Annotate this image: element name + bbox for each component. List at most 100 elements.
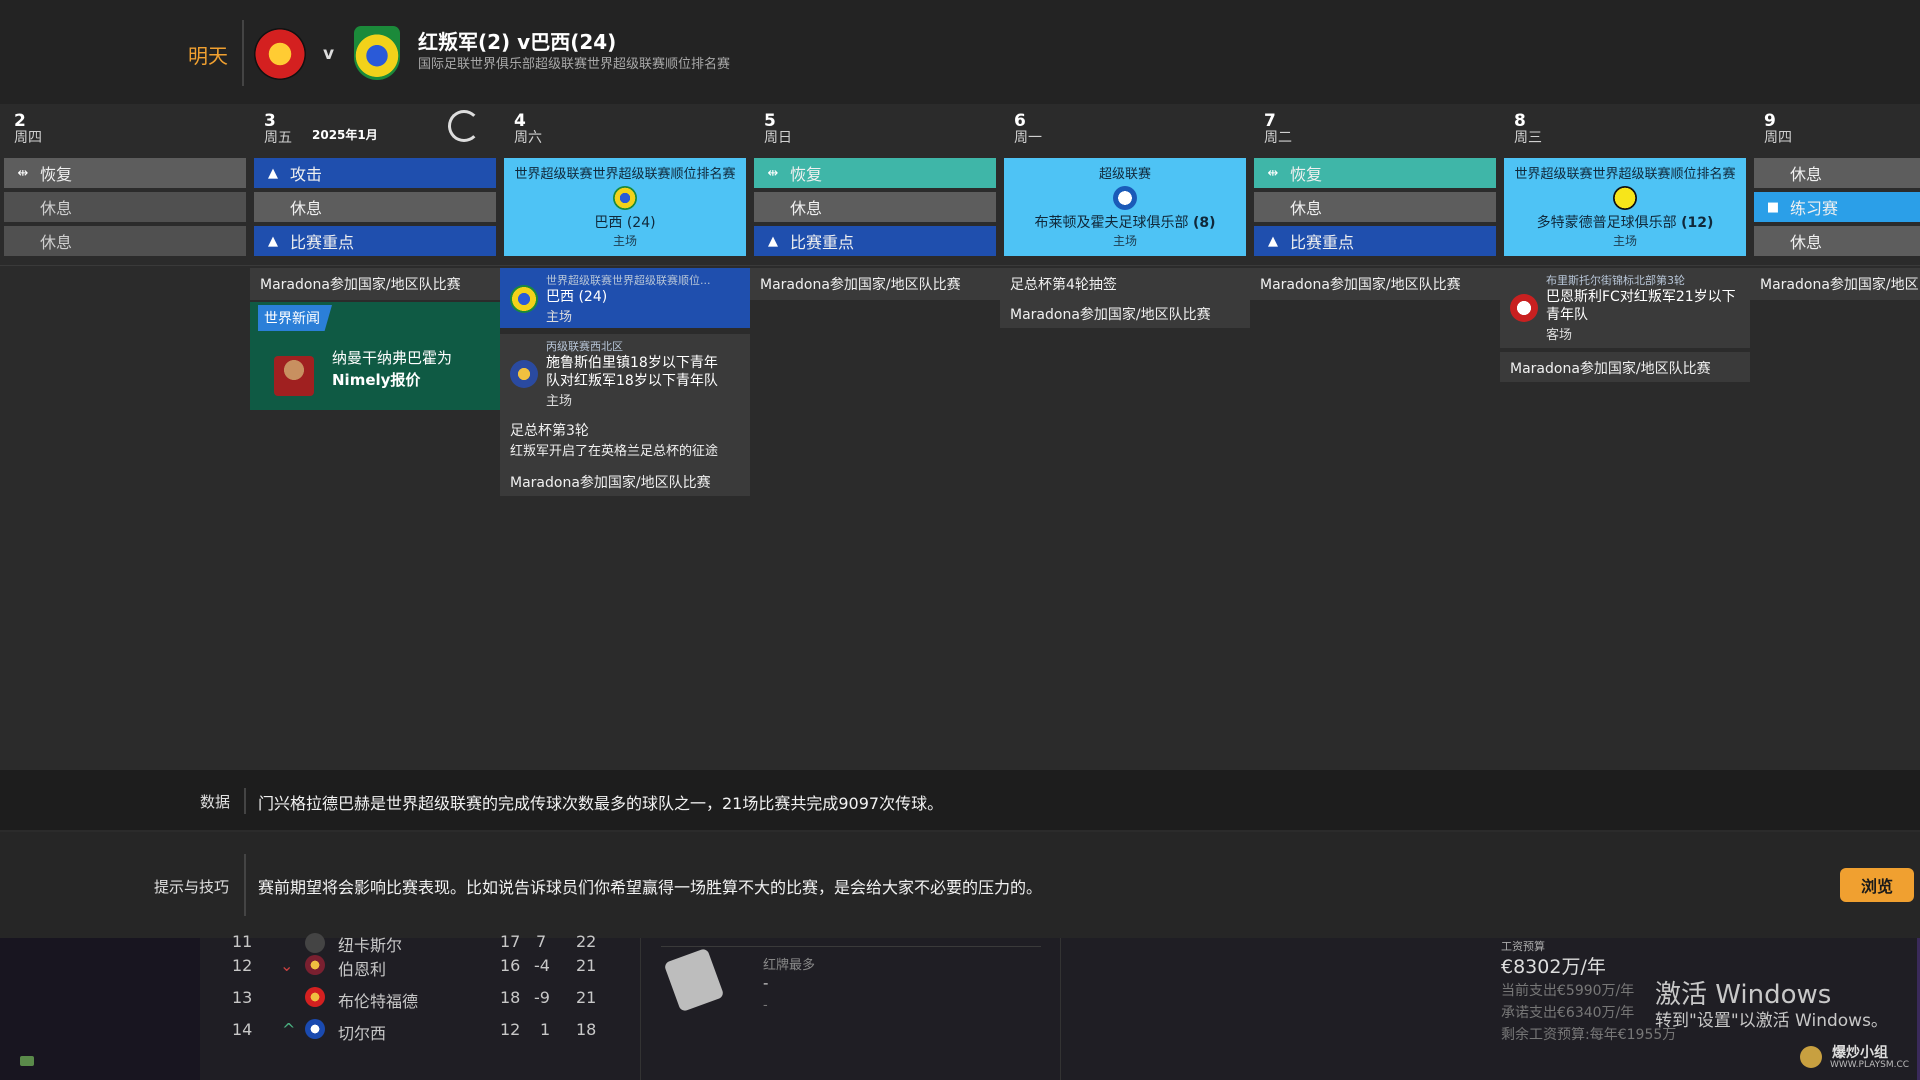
dortmund-crest-icon <box>1613 186 1637 210</box>
youth-fixture-event[interactable]: 丙级联赛西北区 施鲁斯伯里镇18岁以下青年 队对红叛军18岁以下青年队 主场 <box>500 334 750 414</box>
widget-divider <box>661 946 1041 947</box>
opponent-rank: (8) <box>1192 215 1216 231</box>
match-venue: 主场 <box>612 234 637 248</box>
brazil-crest-icon <box>613 186 637 210</box>
card-icon <box>663 947 725 1013</box>
event-note[interactable]: Maradona参加国家/地区队比 <box>1750 268 1920 300</box>
event-line-1: 巴恩斯利FC对红叛军21岁以下 <box>1546 289 1736 305</box>
day-number: 9 <box>1764 111 1776 131</box>
event-note[interactable]: Maradona参加国家/地区队比赛 <box>1250 268 1500 300</box>
sidebar-toggle-icon[interactable] <box>20 1056 34 1066</box>
day-weekday: 周四 <box>1764 130 1792 146</box>
match-card[interactable]: 超级联赛 布莱顿及霍夫足球俱乐部 (8) 主场 <box>1004 158 1246 256</box>
reserve-fixture-event[interactable]: 布里斯托尔街锦标北部第3轮 巴恩斯利FC对红叛军21岁以下 青年队 客场 <box>1500 268 1750 348</box>
event-venue: 主场 <box>546 310 573 325</box>
home-crest-icon[interactable] <box>254 28 306 80</box>
training-slot-evening[interactable]: ▲ 比赛重点 <box>1254 226 1496 256</box>
player-photo <box>274 356 314 396</box>
recovery-icon: ⇹ <box>1267 165 1279 181</box>
goal-diff: 1 <box>540 1020 551 1039</box>
fixture-event[interactable]: 世界超级联赛世界超级联赛顺位... 巴西 (24) 主场 <box>500 268 750 328</box>
day-column-3: 3 周五 ▲ 攻击 休息 ▲ 比赛重点 Maradona参加国家/地区队比赛 世界新… <box>250 104 500 770</box>
table-row[interactable]: 14 ^ 切尔西 12 1 18 <box>200 1014 640 1044</box>
event-note[interactable]: 足总杯第4轮抽签 <box>1000 268 1250 298</box>
match-card[interactable]: 世界超级联赛世界超级联赛顺位排名赛 多特蒙德普足球俱乐部 (12) 主场 <box>1504 158 1746 256</box>
slot-label: 休息 <box>1790 233 1823 252</box>
training-slot-evening[interactable]: 休息 <box>4 226 246 256</box>
slot-label: 比赛重点 <box>1290 233 1355 252</box>
header-divider <box>242 20 244 86</box>
event-note[interactable]: Maradona参加国家/地区队比赛 <box>250 268 500 300</box>
training-slot-afternoon[interactable]: 休息 <box>254 192 496 222</box>
browse-button[interactable]: 浏览 <box>1840 868 1914 902</box>
training-slot-evening[interactable]: ▲ 比赛重点 <box>254 226 496 256</box>
cup-event[interactable]: 足总杯第3轮 红叛军开启了在英格兰足总杯的征途 <box>500 414 750 466</box>
day-header: 7 周二 <box>1264 112 1292 147</box>
day-number: 5 <box>764 111 776 131</box>
table-position: 12 <box>232 956 253 975</box>
match-venue: 主场 <box>1612 234 1637 248</box>
panel-divider <box>244 788 246 814</box>
match-competition: 超级联赛 <box>1098 167 1151 182</box>
points: 18 <box>576 1020 597 1039</box>
slot-label: 恢复 <box>40 165 73 184</box>
slot-label: 攻击 <box>290 165 323 184</box>
committed-wage-spend: 承诺支出€6340万/年 <box>1501 1005 1635 1021</box>
training-slot-morning[interactable]: ▲ 攻击 <box>254 158 496 188</box>
match-competition: 世界超级联赛世界超级联赛顺位排名赛 <box>1514 167 1736 182</box>
training-slot-morning[interactable]: ⇹ 恢复 <box>4 158 246 188</box>
training-slot-morning[interactable]: ⇹ 恢复 <box>1254 158 1496 188</box>
windows-activation-hint: 转到"设置"以激活 Windows。 <box>1655 1011 1888 1031</box>
training-slot-afternoon[interactable]: 休息 <box>4 192 246 222</box>
cup-title: 足总杯第3轮 <box>510 423 589 439</box>
slot-label: 恢复 <box>1290 165 1323 184</box>
event-note[interactable]: Maradona参加国家/地区队比赛 <box>1000 298 1250 328</box>
panel-divider <box>244 854 246 916</box>
watermark-text: 爆炒小组 <box>1832 1045 1888 1061</box>
table-position: 11 <box>232 932 253 951</box>
match-card[interactable]: 世界超级联赛世界超级联赛顺位排名赛 巴西 (24) 主场 <box>504 158 746 256</box>
friendly-match-icon: ■ <box>1766 199 1780 215</box>
event-venue: 主场 <box>546 394 573 409</box>
opponent-name: 多特蒙德普足球俱乐部 <box>1536 215 1677 231</box>
goal-diff: -4 <box>534 956 550 975</box>
training-slot-morning[interactable]: ⇹ 恢复 <box>754 158 996 188</box>
club-name: 伯恩利 <box>338 960 387 979</box>
training-slot-morning[interactable]: 休息 <box>1754 158 1920 188</box>
news-line-1: 纳曼干纳弗巴霍为 <box>332 349 453 367</box>
match-competition[interactable]: 国际足联世界俱乐部超级联赛世界超级联赛顺位排名赛 <box>418 53 730 72</box>
brighton-crest-icon <box>1113 186 1137 210</box>
training-slot-afternoon[interactable]: 休息 <box>754 192 996 222</box>
event-competition: 布里斯托尔街锦标北部第3轮 <box>1546 274 1685 287</box>
training-slot-afternoon[interactable]: 休息 <box>1254 192 1496 222</box>
slot-label: 恢复 <box>790 165 823 184</box>
training-slot-evening[interactable]: ▲ 比赛重点 <box>754 226 996 256</box>
shrewsbury-crest-icon <box>510 359 538 388</box>
tips-label: 提示与技巧 <box>154 878 230 896</box>
world-news-card[interactable]: 世界新闻 纳曼干纳弗巴霍为 Nimely报价 <box>250 302 500 410</box>
event-note[interactable]: Maradona参加国家/地区队比赛 <box>1500 352 1750 382</box>
slot-label: 比赛重点 <box>290 233 355 252</box>
table-row[interactable]: 12 ⌄ 伯恩利 16 -4 21 <box>200 950 640 980</box>
day-header: 9 周四 <box>1764 112 1792 147</box>
slot-label: 比赛重点 <box>790 233 855 252</box>
day-weekday: 周四 <box>14 130 42 146</box>
wage-budget-value: €8302万/年 <box>1501 956 1606 978</box>
event-note[interactable]: Maradona参加国家/地区队比赛 <box>500 466 750 496</box>
event-competition: 丙级联赛西北区 <box>546 340 623 353</box>
recovery-icon: ⇹ <box>17 165 29 181</box>
training-slot-evening[interactable]: 休息 <box>1754 226 1920 256</box>
training-slot-afternoon[interactable]: ■ 练习赛 <box>1754 192 1920 222</box>
background-screen: 11 纽卡斯尔 17 7 22 12 ⌄ 伯恩利 16 -4 21 13 布伦特… <box>0 932 1920 1080</box>
day-weekday: 周六 <box>514 130 542 146</box>
away-crest-icon[interactable] <box>354 26 400 80</box>
event-note[interactable]: Maradona参加国家/地区队比赛 <box>750 268 1000 300</box>
table-row[interactable]: 13 布伦特福德 18 -9 21 <box>200 982 640 1012</box>
day-column-4: 4 周六 世界超级联赛世界超级联赛顺位排名赛 巴西 (24) 主场 世界超级联赛… <box>500 104 750 770</box>
news-tag: 世界新闻 <box>258 305 332 331</box>
opponent-name: 布莱顿及霍夫足球俱乐部 <box>1034 215 1189 231</box>
slot-label: 休息 <box>40 199 73 218</box>
match-title[interactable]: 红叛军(2) v巴西(24) <box>418 26 616 55</box>
played: 17 <box>500 932 521 951</box>
played: 12 <box>500 1020 521 1039</box>
